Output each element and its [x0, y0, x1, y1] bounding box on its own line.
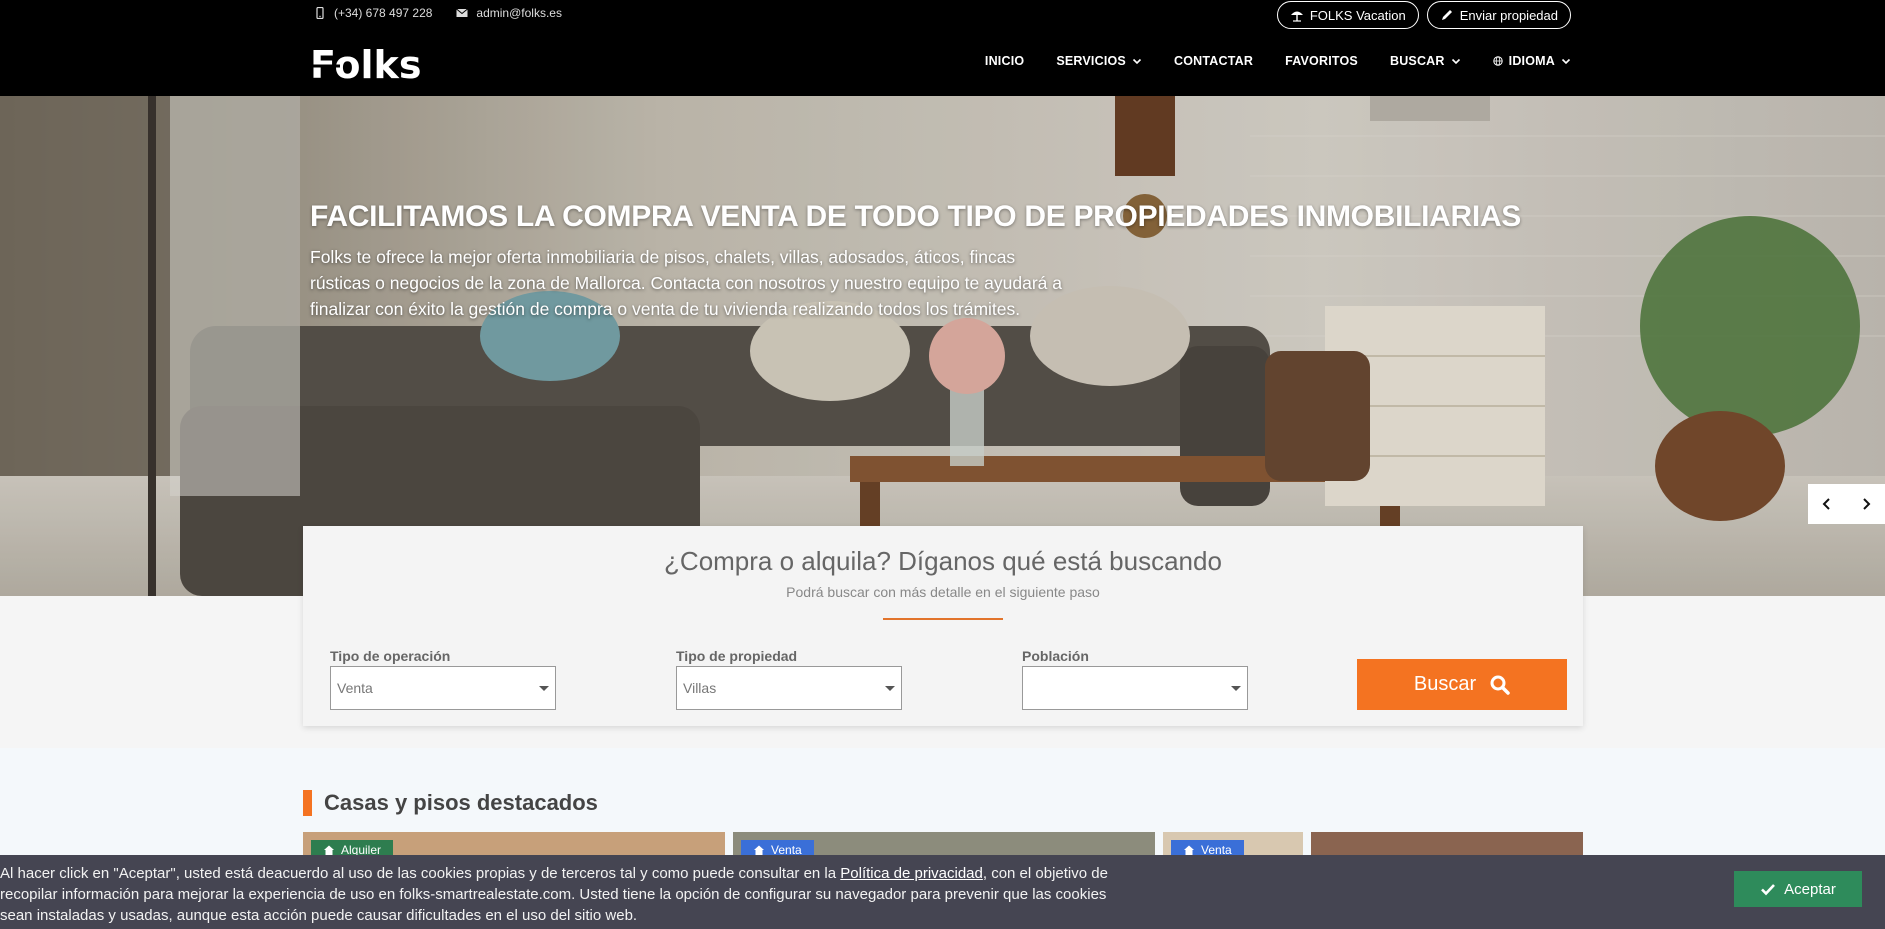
envelope-icon: [456, 8, 469, 17]
operation-label: Tipo de operación: [330, 648, 451, 664]
email-contact[interactable]: admin@folks.es: [456, 6, 562, 20]
contact-info: (+34) 678 497 228 admin@folks.es: [314, 6, 562, 20]
cookie-banner: Al hacer click en "Aceptar", usted está …: [0, 855, 1885, 929]
phone-icon: [316, 7, 324, 19]
slider-prev-button[interactable]: [1808, 484, 1847, 524]
search-button-label: Buscar: [1413, 673, 1477, 695]
chevron-right-icon: [1863, 498, 1871, 510]
search-title: ¿Compra o alquila? Díganos qué está busc…: [664, 546, 1222, 576]
city-label: Población: [1022, 648, 1089, 664]
nav-idioma-label: IDIOMA: [1508, 54, 1555, 68]
check-icon: [1761, 884, 1776, 896]
chevron-down-icon: [1561, 58, 1571, 65]
operation-select[interactable]: Venta: [330, 666, 556, 710]
heading-accent-bar: [303, 790, 312, 816]
featured-heading: Casas y pisos destacados: [303, 790, 598, 816]
search-subtitle: Podrá buscar con más detalle en el sigui…: [786, 584, 1100, 600]
svg-text:Folks: Folks: [310, 44, 421, 84]
top-actions: FOLKS Vacation Enviar propiedad: [1276, 1, 1571, 29]
folks-vacation-button[interactable]: FOLKS Vacation: [1276, 1, 1419, 29]
nav-favoritos[interactable]: FAVORITOS: [1285, 54, 1358, 68]
nav-contactar-label: CONTACTAR: [1173, 54, 1254, 68]
folks-logo-mark: Folks: [310, 43, 421, 87]
hero-slider: FACILITAMOS LA COMPRA VENTA DE TODO TIPO…: [0, 96, 1885, 596]
folks-vacation-label: FOLKS Vacation: [1309, 7, 1406, 23]
search-divider: [883, 618, 1003, 620]
search-panel: ¿Compra o alquila? Díganos qué está busc…: [303, 526, 1583, 726]
privacy-policy-link[interactable]: Política de privacidad: [840, 865, 983, 882]
beach-umbrella-icon: [1290, 11, 1303, 22]
send-property-label: Enviar propiedad: [1459, 7, 1558, 23]
accept-cookies-button[interactable]: Aceptar: [1734, 871, 1862, 907]
accept-cookies-label: Aceptar: [1784, 880, 1836, 898]
property-select[interactable]: Villas: [676, 666, 902, 710]
nav-servicios[interactable]: SERVICIOS: [1056, 54, 1142, 68]
hero-title: FACILITAMOS LA COMPRA VENTA DE TODO TIPO…: [310, 200, 1522, 233]
city-field: Población: [1022, 648, 1248, 710]
send-property-button[interactable]: Enviar propiedad: [1426, 1, 1571, 29]
hero-background-image: [0, 96, 1885, 596]
chevron-left-icon: [1822, 498, 1830, 510]
site-header: (+34) 678 497 228 admin@folks.es FOLKS V…: [0, 0, 1885, 96]
phone-contact[interactable]: (+34) 678 497 228: [314, 6, 432, 20]
nav-servicios-label: SERVICIOS: [1056, 54, 1126, 68]
globe-icon: [1492, 56, 1503, 66]
nav-contactar[interactable]: CONTACTAR: [1174, 54, 1253, 68]
property-field: Tipo de propiedad Villas: [676, 648, 902, 710]
search-icon: [1490, 675, 1510, 695]
operation-field: Tipo de operación Venta: [330, 648, 556, 710]
nav-buscar[interactable]: BUSCAR: [1390, 54, 1461, 68]
chevron-down-icon: [1451, 58, 1460, 65]
caret-down-icon: [539, 685, 549, 691]
search-button[interactable]: Buscar: [1357, 659, 1567, 710]
operation-value: Venta: [337, 680, 373, 696]
slider-next-button[interactable]: [1847, 484, 1885, 524]
email-address: admin@folks.es: [476, 6, 562, 20]
hero-description: Folks te ofrece la mejor oferta inmobili…: [310, 247, 1062, 319]
nav-inicio-label: INICIO: [984, 54, 1025, 68]
slider-controls: [1808, 484, 1885, 524]
phone-number: (+34) 678 497 228: [334, 6, 433, 20]
nav-inicio[interactable]: INICIO: [985, 54, 1024, 68]
folks-logo[interactable]: Folks: [310, 43, 426, 87]
nav-favoritos-label: FAVORITOS: [1285, 54, 1358, 68]
caret-down-icon: [1231, 685, 1241, 691]
nav-buscar-label: BUSCAR: [1389, 54, 1445, 68]
cookie-text: Al hacer click en "Aceptar", usted está …: [0, 863, 1110, 926]
pencil-icon: [1441, 10, 1452, 20]
caret-down-icon: [885, 685, 895, 691]
property-value: Villas: [683, 680, 717, 696]
cookie-text-before: Al hacer click en "Aceptar", usted está …: [0, 865, 841, 882]
nav-idioma[interactable]: IDIOMA: [1492, 54, 1571, 68]
featured-title: Casas y pisos destacados: [324, 790, 598, 815]
chevron-down-icon: [1132, 58, 1142, 65]
main-nav: INICIO SERVICIOS CONTACTAR FAVORITOS BUS…: [985, 54, 1571, 68]
property-label: Tipo de propiedad: [676, 648, 798, 664]
city-select[interactable]: [1022, 666, 1248, 710]
